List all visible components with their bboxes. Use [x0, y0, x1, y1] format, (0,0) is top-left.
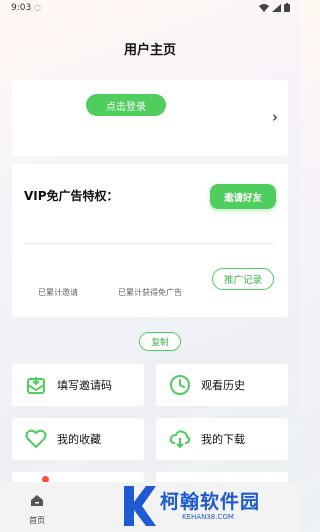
envelope-download-icon: [25, 374, 47, 396]
watermark-text: 柯翰软件园: [160, 491, 261, 513]
login-button[interactable]: 点击登录: [86, 94, 166, 116]
stat-ad-free: 已累计获得免广告: [118, 288, 182, 297]
page-title: 用户主页: [123, 43, 176, 58]
chevron-right-icon[interactable]: ›: [272, 108, 278, 126]
clock-icon: [169, 374, 191, 396]
signal-icon: [272, 3, 281, 12]
k-logo-icon: [124, 486, 156, 526]
cloud-download-icon: [169, 428, 191, 450]
invite-friends-button[interactable]: 邀请好友: [210, 184, 276, 209]
stat-invited: 已累计邀请: [38, 288, 78, 297]
nav-home[interactable]: 首页: [22, 492, 52, 526]
vip-title: VIP免广告特权：: [24, 189, 119, 203]
nav-home-label: 首页: [29, 516, 45, 525]
grid-item-invite-code[interactable]: 填写邀请码: [12, 364, 144, 406]
divider: [24, 243, 276, 244]
vip-card: VIP免广告特权： 邀请好友 已累计邀请 已累计获得免广告 推广记录: [12, 164, 288, 317]
home-icon: [31, 495, 43, 506]
copy-button[interactable]: 复制: [139, 332, 181, 351]
watermark-logo: 柯翰软件园 KEHAN38.COM: [120, 484, 296, 528]
status-icons: [259, 3, 290, 12]
battery-icon: [284, 3, 290, 12]
watermark-url: KEHAN38.COM: [182, 513, 234, 521]
heart-icon: [25, 428, 47, 450]
grid-item-label: 填写邀请码: [57, 379, 112, 392]
grid-item-label: 观看历史: [201, 379, 245, 392]
promo-records-button[interactable]: 推广记录: [212, 268, 274, 290]
wifi-icon: [259, 3, 269, 12]
status-time: 9:03: [11, 3, 32, 13]
login-card[interactable]: 点击登录 ›: [12, 80, 288, 156]
grid-item-downloads[interactable]: 我的下载: [156, 418, 288, 460]
notification-icon: ◌: [34, 3, 41, 12]
grid-item-history[interactable]: 观看历史: [156, 364, 288, 406]
grid-item-label: 我的收藏: [57, 433, 101, 446]
grid-item-favorites[interactable]: 我的收藏: [12, 418, 144, 460]
grid-item-label: 我的下载: [201, 433, 245, 446]
status-bar: 9:03 ◌: [0, 0, 300, 18]
